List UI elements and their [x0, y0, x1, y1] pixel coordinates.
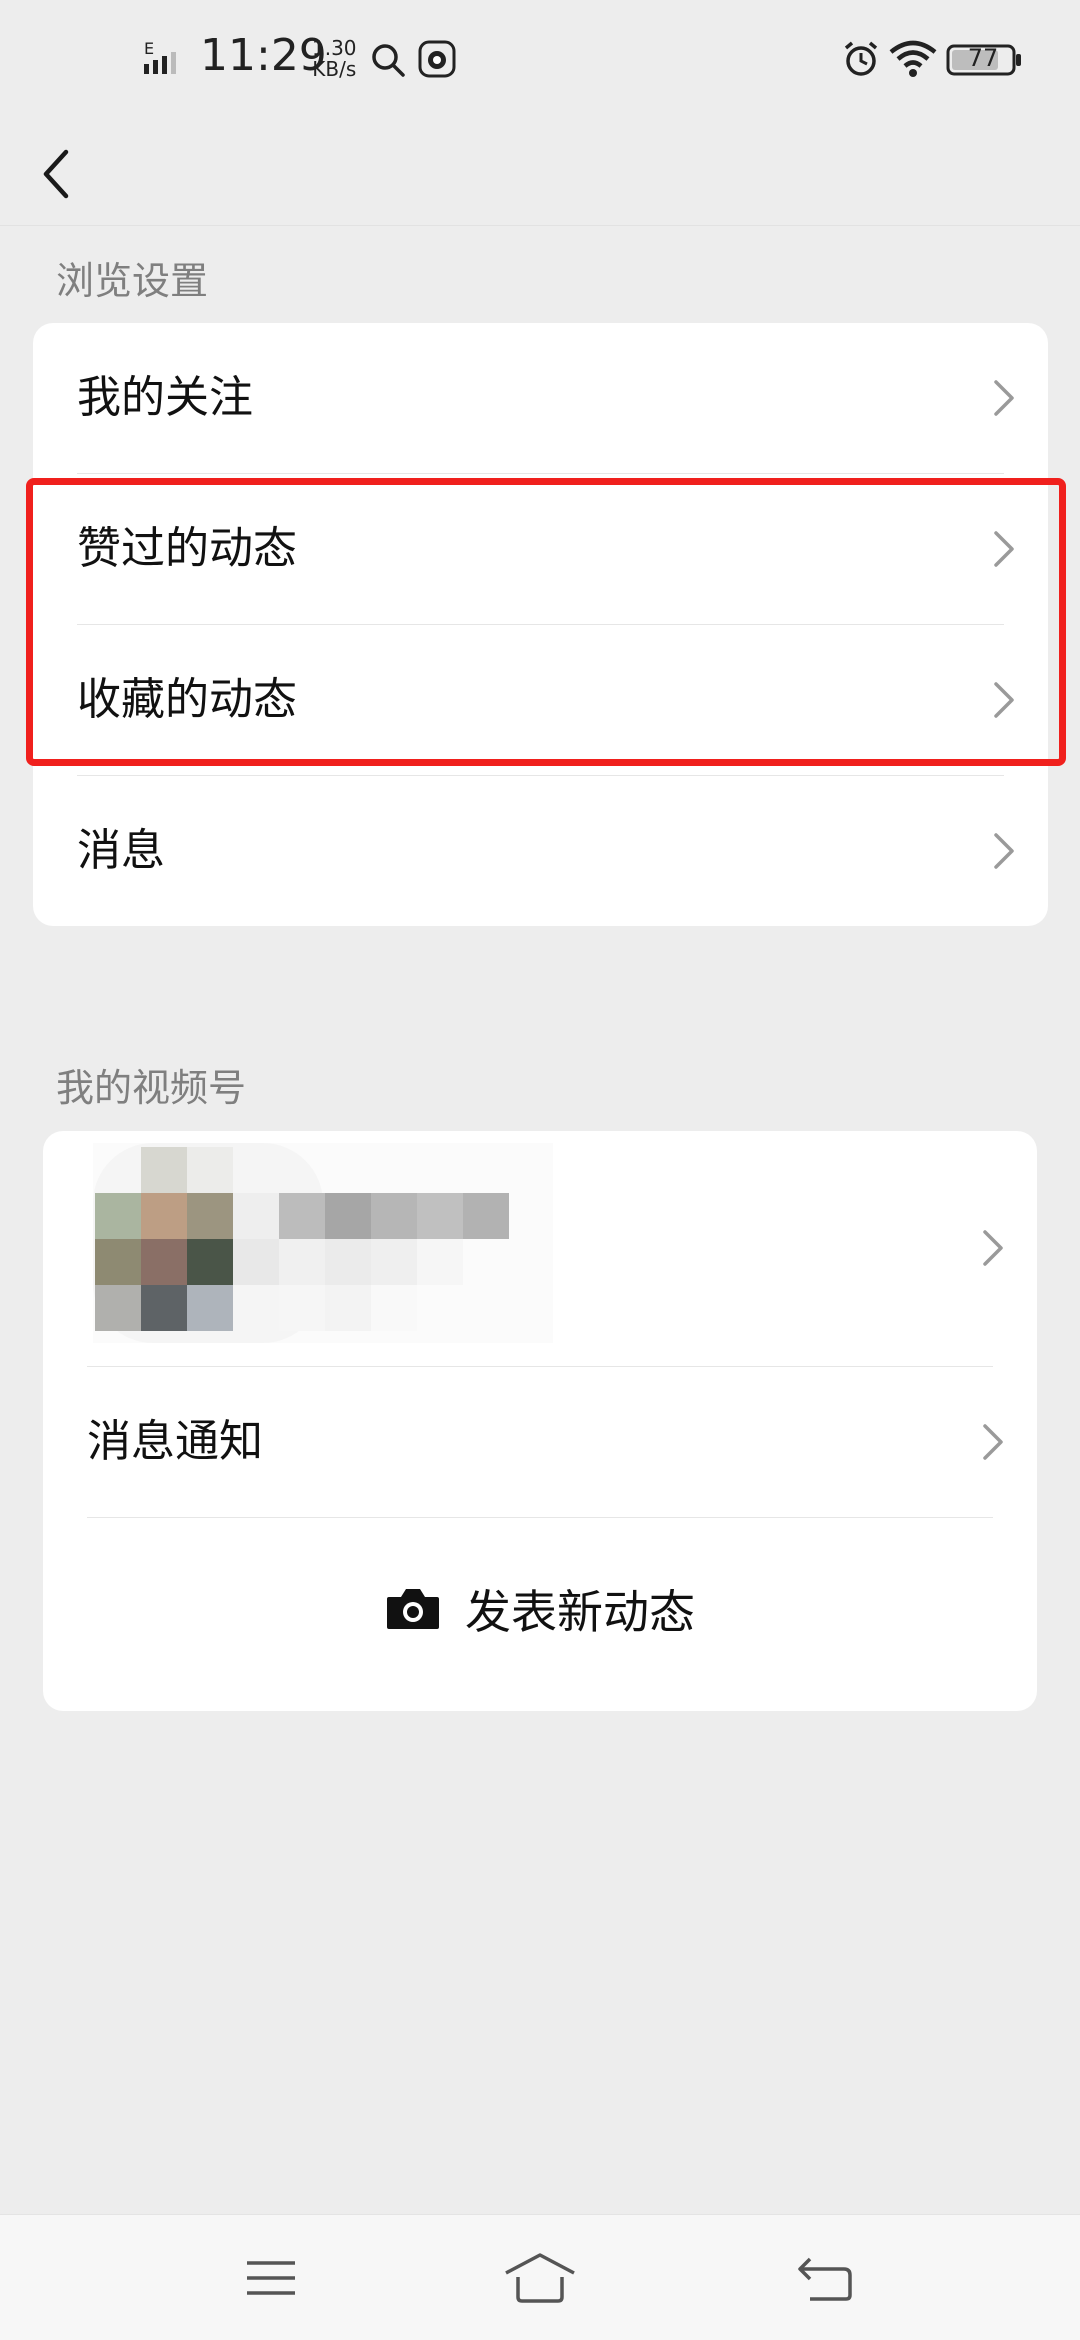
chevron-right-icon — [994, 380, 1014, 416]
my-channel-title: 我的视频号 — [56, 1066, 247, 1110]
signal-icon: E — [144, 40, 176, 74]
chevron-right-icon — [983, 1424, 1003, 1460]
return-icon[interactable] — [786, 2243, 866, 2313]
network-speed: 1.30 KB/s — [312, 38, 357, 80]
battery-level: 77 — [967, 44, 999, 72]
channel-profile-row[interactable] — [43, 1131, 1037, 1366]
network-speed-value: 1.30 — [312, 36, 357, 60]
network-type-label: E — [144, 40, 154, 58]
highlight-box — [26, 478, 1066, 766]
my-channel-card: 消息通知 发表新动态 — [43, 1131, 1037, 1711]
messages-row[interactable]: 消息 — [33, 776, 1048, 926]
alarm-icon — [844, 41, 878, 76]
menu-icon[interactable] — [231, 2243, 311, 2313]
browse-settings-title: 浏览设置 — [56, 259, 209, 303]
search-icon — [372, 44, 405, 77]
message-notifications-label: 消息通知 — [87, 1416, 263, 1467]
message-notifications-row[interactable]: 消息通知 — [43, 1367, 1037, 1517]
messages-label: 消息 — [77, 825, 165, 876]
camera-icon — [387, 1589, 439, 1629]
chevron-right-icon — [983, 1230, 1003, 1266]
home-icon[interactable] — [500, 2243, 580, 2313]
wifi-icon — [889, 40, 937, 77]
network-speed-unit: KB/s — [312, 57, 357, 81]
my-follows-row[interactable]: 我的关注 — [33, 323, 1048, 473]
post-new-moment-button[interactable]: 发表新动态 — [43, 1521, 1037, 1711]
chevron-right-icon — [994, 833, 1014, 869]
app-notification-icon — [418, 40, 456, 78]
back-arrow-icon[interactable] — [30, 138, 90, 208]
post-new-moment-label: 发表新动态 — [465, 1585, 695, 1639]
avatar — [93, 1143, 553, 1343]
status-bar: E 11:29 1.30 KB/s 77 — [0, 0, 1080, 120]
status-time: 11:29 — [200, 30, 327, 81]
system-nav-bar — [0, 2214, 1080, 2340]
divider — [87, 1517, 993, 1518]
my-follows-label: 我的关注 — [77, 372, 253, 423]
top-bar — [0, 120, 1080, 226]
